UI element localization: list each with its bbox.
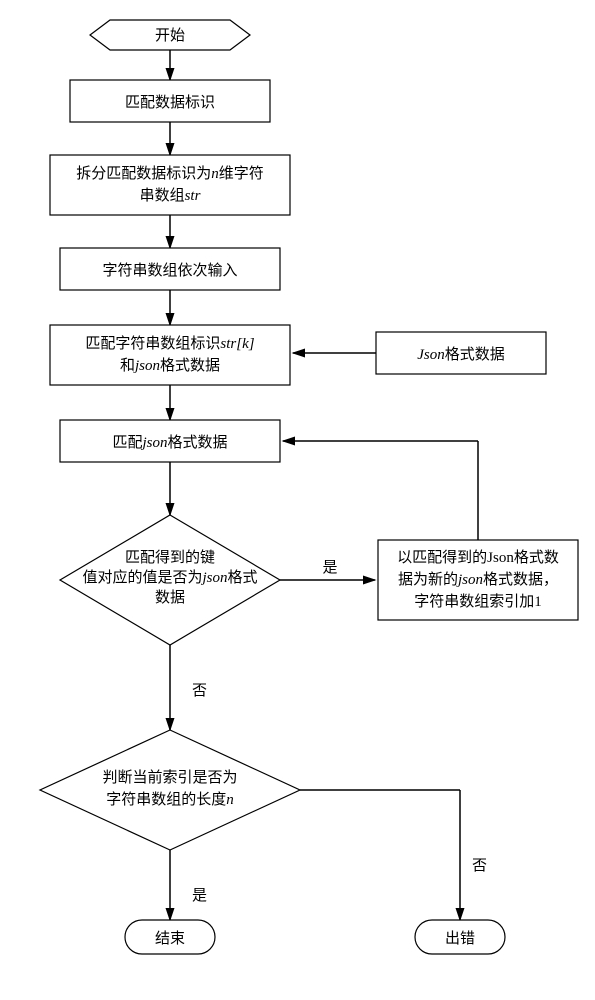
process-split-string-array: 拆分匹配数据标识为n维字符 串数组str: [50, 155, 290, 215]
p3-text: 字符串数组依次输入: [102, 262, 237, 279]
process-update-json-increment: 以匹配得到的Json格式数 据为新的json格式数据， 字符串数组索引加1: [378, 540, 578, 620]
p5-text: 匹配json格式数据: [112, 434, 227, 451]
d1-line3: 数据: [155, 589, 185, 606]
side2-line3: 字符串数组索引加1: [414, 593, 542, 610]
start-node: 开始: [90, 20, 250, 50]
p4-line1: 匹配字符串数组标识str[k]: [85, 335, 254, 352]
data-json-input: Json格式数据: [376, 332, 546, 374]
p2-line2: 串数组str: [140, 187, 201, 204]
error-node: 出错: [415, 920, 505, 954]
side1-text: Json格式数据: [417, 346, 505, 363]
d2-line2: 字符串数组的长度n: [106, 791, 234, 808]
start-label: 开始: [155, 27, 185, 44]
no-label-1: 否: [192, 683, 207, 699]
process-match-strk-json: 匹配字符串数组标识str[k] 和json格式数据: [50, 325, 290, 385]
process-match-data-id: 匹配数据标识: [70, 80, 270, 122]
p1-text: 匹配数据标识: [125, 94, 215, 111]
end-node: 结束: [125, 920, 215, 954]
yes-label-2: 是: [192, 888, 207, 904]
side2-line1: 以匹配得到的Json格式数: [397, 549, 559, 566]
d1-line2: 值对应的值是否为json格式: [82, 568, 257, 586]
process-match-json-data: 匹配json格式数据: [60, 420, 280, 462]
side2-line2: 据为新的json格式数据，: [398, 571, 558, 588]
p4-line2: 和json格式数据: [120, 357, 220, 374]
yes-label-1: 是: [322, 560, 337, 576]
process-input-sequentially: 字符串数组依次输入: [60, 248, 280, 290]
d2-line1: 判断当前索引是否为: [102, 769, 237, 786]
end-label: 结束: [155, 930, 185, 947]
error-label: 出错: [445, 930, 475, 947]
decision-index-equals-n: 判断当前索引是否为 字符串数组的长度n: [40, 730, 300, 850]
decision-value-is-json: 匹配得到的键 值对应的值是否为json格式 数据: [60, 515, 280, 645]
no-label-2: 否: [472, 858, 487, 874]
p2-line1: 拆分匹配数据标识为n维字符: [76, 165, 264, 182]
flowchart-diagram: 开始 匹配数据标识 拆分匹配数据标识为n维字符 串数组str 字符串数组依次输入…: [0, 0, 595, 1000]
d1-line1: 匹配得到的键: [125, 549, 215, 566]
